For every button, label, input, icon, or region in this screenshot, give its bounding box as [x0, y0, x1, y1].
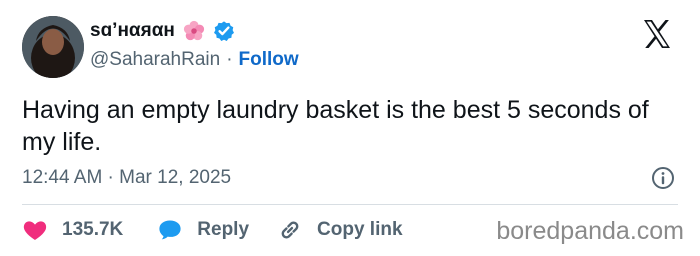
- like-count: 135.7K: [62, 219, 124, 240]
- x-logo-icon[interactable]: [640, 17, 674, 51]
- heart-icon: [23, 221, 47, 240]
- info-icon[interactable]: [651, 166, 675, 190]
- tweet-timestamp[interactable]: 12:44 AM · Mar 12, 2025: [22, 167, 231, 189]
- reply-button[interactable]: Reply: [157, 217, 249, 243]
- copy-link-label: Copy link: [317, 219, 403, 240]
- handle-row: @SaharahRain · Follow: [90, 49, 299, 71]
- divider: [22, 204, 678, 205]
- handle-separator: ·: [226, 49, 233, 70]
- copy-link-button[interactable]: Copy link: [277, 217, 403, 243]
- tweet-actions: 135.7K Reply Copy link: [22, 217, 403, 243]
- boredpanda-watermark: boredpanda.com: [496, 217, 684, 245]
- avatar[interactable]: [22, 16, 84, 78]
- reply-bubble-icon: [159, 220, 181, 240]
- display-name[interactable]: sɑ’нαяαн: [90, 20, 235, 42]
- verified-badge-icon: [213, 20, 235, 42]
- author-handle[interactable]: @SaharahRain: [90, 49, 220, 71]
- tweet-text: Having an empty laundry basket is the be…: [22, 96, 649, 156]
- like-button[interactable]: 135.7K: [22, 217, 123, 243]
- display-name-text: sɑ’нαяαн: [90, 20, 175, 41]
- hibiscus-emoji-icon: [183, 20, 205, 42]
- reply-label: Reply: [197, 219, 250, 240]
- follow-button[interactable]: Follow: [239, 49, 299, 71]
- link-icon: [281, 221, 299, 239]
